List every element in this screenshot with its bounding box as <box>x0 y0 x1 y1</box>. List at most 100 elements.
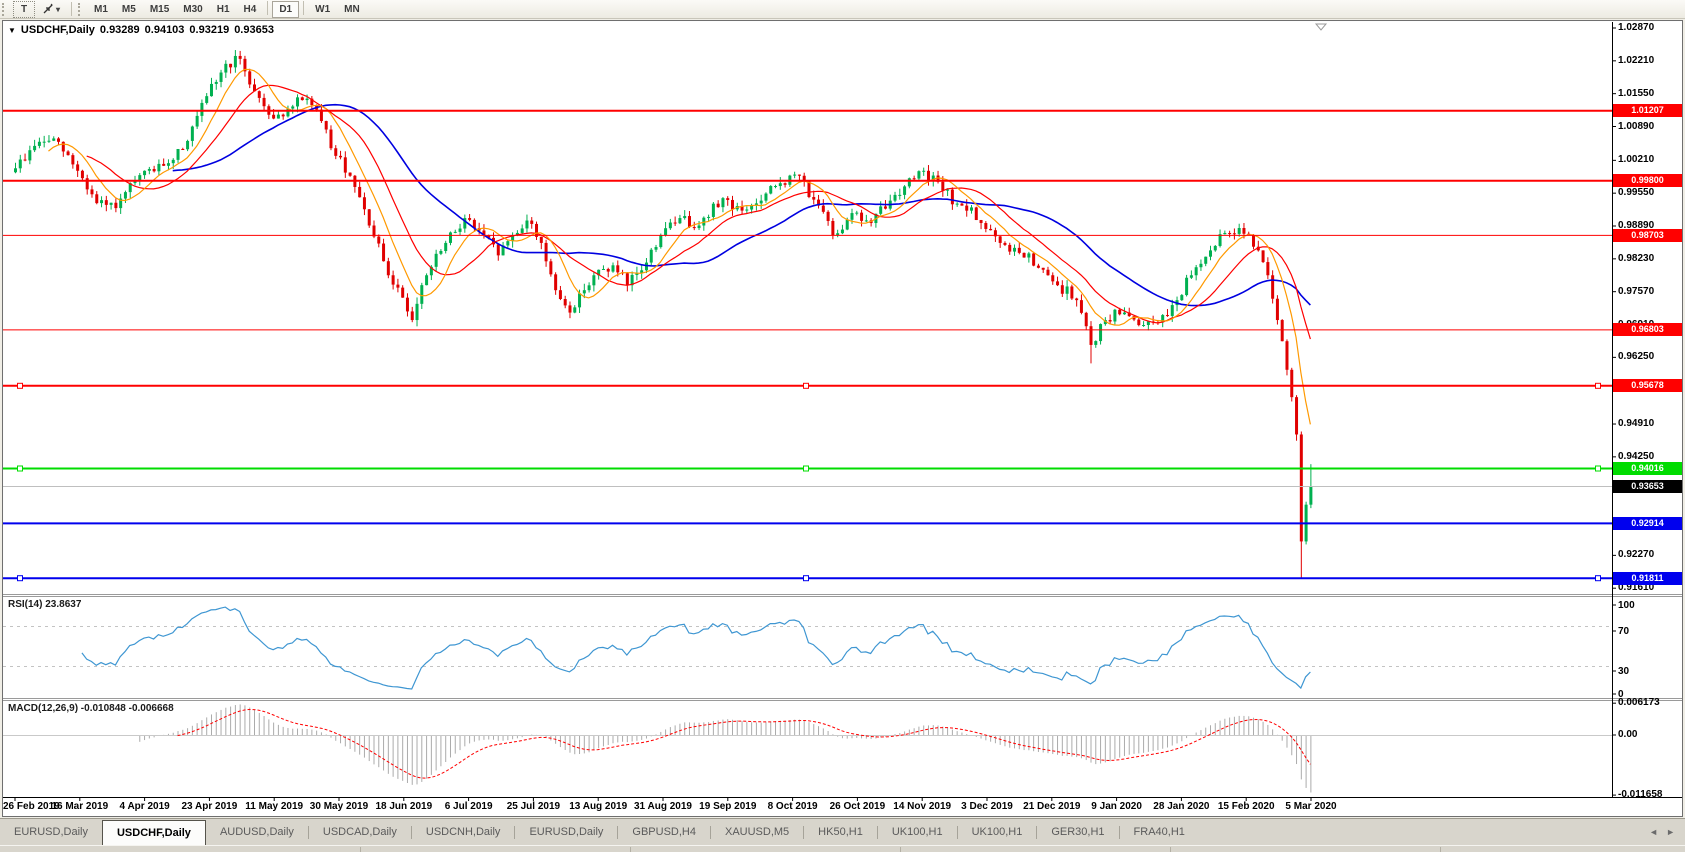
symbol-tab-audusd-daily[interactable]: AUDUSD,Daily <box>206 819 308 845</box>
date-axis-label[interactable]: 26 Oct 2019 <box>830 801 886 812</box>
symbol-tab-ger30-h1[interactable]: GER30,H1 <box>1037 819 1118 845</box>
price-line-badge: 0.98703 <box>1613 229 1682 242</box>
tab-scroll-right-icon[interactable]: ► <box>1666 827 1675 837</box>
macd-axis-label[interactable]: 0.006173 <box>1618 697 1660 708</box>
date-axis-label[interactable]: 18 Jun 2019 <box>375 801 432 812</box>
rsi-axis-label[interactable]: 30 <box>1618 666 1629 677</box>
date-axis-label[interactable]: 28 Jan 2020 <box>1153 801 1209 812</box>
price-axis-label[interactable]: 0.92270 <box>1618 549 1654 560</box>
macd-signal-line <box>178 710 1311 779</box>
price-axis-label[interactable]: 0.98230 <box>1618 253 1654 264</box>
price-line-badge: 0.95678 <box>1613 379 1682 392</box>
chart-symbol-period: USDCHF,Daily <box>21 24 95 36</box>
date-axis-label[interactable]: 15 Feb 2020 <box>1218 801 1275 812</box>
price-axis-label[interactable]: 0.96250 <box>1618 351 1654 362</box>
price-axis-label[interactable]: 0.94250 <box>1618 451 1654 462</box>
status-bar <box>0 845 1685 852</box>
line-handle[interactable] <box>18 576 23 581</box>
chart-canvas[interactable] <box>0 0 1685 852</box>
rsi-axis-label[interactable]: 100 <box>1618 600 1635 611</box>
symbol-tab-xauusd-m5[interactable]: XAUUSD,M5 <box>711 819 803 845</box>
date-axis-label[interactable]: 21 Dec 2019 <box>1023 801 1080 812</box>
price-line-badge: 0.92914 <box>1613 517 1682 530</box>
rsi-level-lines <box>3 627 1612 667</box>
date-axis-label[interactable]: 23 Apr 2019 <box>182 801 238 812</box>
tabs-holder: EURUSD,DailyUSDCHF,DailyAUDUSD,DailyUSDC… <box>0 819 1199 845</box>
line-handle[interactable] <box>1596 576 1601 581</box>
price-line-badge: 0.96803 <box>1613 323 1682 336</box>
date-axis-label[interactable]: 8 Oct 2019 <box>768 801 818 812</box>
macd-axis-label[interactable]: -0.011658 <box>1618 789 1663 800</box>
line-handle[interactable] <box>18 466 23 471</box>
statusbar-divider <box>1170 847 1171 852</box>
symbol-tab-bar: EURUSD,DailyUSDCHF,DailyAUDUSD,DailyUSDC… <box>0 818 1685 845</box>
chart-title: ▼ USDCHF,Daily 0.93289 0.94103 0.93219 0… <box>8 24 274 36</box>
price-axis-label[interactable]: 0.94910 <box>1618 418 1654 429</box>
line-handle[interactable] <box>1596 466 1601 471</box>
date-axis-label[interactable]: 16 Mar 2019 <box>51 801 108 812</box>
price-axis-label[interactable]: 1.02210 <box>1618 55 1654 66</box>
price-line-badge: 0.99800 <box>1613 174 1682 187</box>
chart-expand-icon[interactable]: ▼ <box>8 26 16 35</box>
date-axis-label[interactable]: 19 Sep 2019 <box>699 801 756 812</box>
rsi-axis-label[interactable]: 70 <box>1618 626 1629 637</box>
symbol-tab-uk100-h1[interactable]: UK100,H1 <box>958 819 1037 845</box>
price-axis-label[interactable]: 0.97570 <box>1618 286 1654 297</box>
date-axis-label[interactable]: 9 Jan 2020 <box>1091 801 1142 812</box>
date-axis-label[interactable]: 14 Nov 2019 <box>893 801 951 812</box>
current-price-badge: 0.93653 <box>1613 480 1682 493</box>
date-axis-label[interactable]: 11 May 2019 <box>245 801 303 812</box>
symbol-tab-usdchf-daily[interactable]: USDCHF,Daily <box>102 820 206 845</box>
symbol-tab-fra40-h1[interactable]: FRA40,H1 <box>1120 819 1199 845</box>
macd-indicator-label: MACD(12,26,9) -0.010848 -0.006668 <box>8 703 174 714</box>
price-axis-label[interactable]: 1.00210 <box>1618 154 1654 165</box>
symbol-tab-uk100-h1[interactable]: UK100,H1 <box>878 819 957 845</box>
macd-histogram <box>3 704 1612 792</box>
symbol-tab-eurusd-daily[interactable]: EURUSD,Daily <box>515 819 617 845</box>
axis-ticks <box>15 28 1616 801</box>
price-axis-label[interactable]: 0.99550 <box>1618 187 1654 198</box>
date-axis-label[interactable]: 31 Aug 2019 <box>634 801 692 812</box>
line-handle[interactable] <box>1596 383 1601 388</box>
chart-shift-marker-icon <box>1316 24 1326 30</box>
date-axis-label[interactable]: 4 Apr 2019 <box>119 801 169 812</box>
ma-mid-line <box>87 85 1311 339</box>
line-handle[interactable] <box>804 466 809 471</box>
rsi-indicator-label: RSI(14) 23.8637 <box>8 599 81 610</box>
date-axis-label[interactable]: 3 Dec 2019 <box>961 801 1013 812</box>
date-axis-label[interactable]: 6 Jul 2019 <box>445 801 493 812</box>
line-handle[interactable] <box>804 383 809 388</box>
price-axis-label[interactable]: 1.01550 <box>1618 88 1654 99</box>
tab-scroll-left-icon[interactable]: ◄ <box>1649 827 1658 837</box>
statusbar-divider <box>1440 847 1441 852</box>
symbol-tab-gbpusd-h4[interactable]: GBPUSD,H4 <box>618 819 710 845</box>
symbol-tab-hk50-h1[interactable]: HK50,H1 <box>804 819 877 845</box>
price-axis-label[interactable]: 1.02870 <box>1618 22 1654 33</box>
statusbar-divider <box>900 847 901 852</box>
ohlc-open: 0.93289 <box>100 24 140 36</box>
price-axis-label[interactable]: 1.00890 <box>1618 121 1654 132</box>
macd-axis-label[interactable]: 0.00 <box>1618 729 1637 740</box>
date-axis-label[interactable]: 13 Aug 2019 <box>569 801 627 812</box>
candlesticks-series <box>14 50 1312 578</box>
line-handle[interactable] <box>804 576 809 581</box>
price-line-badge: 1.01207 <box>1613 104 1682 117</box>
date-axis-label[interactable]: 25 Jul 2019 <box>507 801 560 812</box>
symbol-tab-eurusd-daily[interactable]: EURUSD,Daily <box>0 819 102 845</box>
ohlc-low: 0.93219 <box>189 24 229 36</box>
price-line-badge: 0.91811 <box>1613 572 1682 585</box>
statusbar-divider <box>360 847 361 852</box>
line-handle[interactable] <box>18 383 23 388</box>
date-axis-label[interactable]: 30 May 2019 <box>310 801 368 812</box>
price-line-badge: 0.94016 <box>1613 462 1682 475</box>
horizontal-lines <box>3 111 1612 581</box>
ma-fast-line <box>48 70 1310 425</box>
rsi-line <box>82 607 1310 689</box>
tab-scroll-arrows: ◄ ► <box>1639 819 1685 845</box>
symbol-tab-usdcad-daily[interactable]: USDCAD,Daily <box>309 819 411 845</box>
ohlc-high: 0.94103 <box>145 24 185 36</box>
ohlc-close: 0.93653 <box>234 24 274 36</box>
statusbar-divider <box>630 847 631 852</box>
date-axis-label[interactable]: 5 Mar 2020 <box>1285 801 1336 812</box>
symbol-tab-usdcnh-daily[interactable]: USDCNH,Daily <box>412 819 515 845</box>
